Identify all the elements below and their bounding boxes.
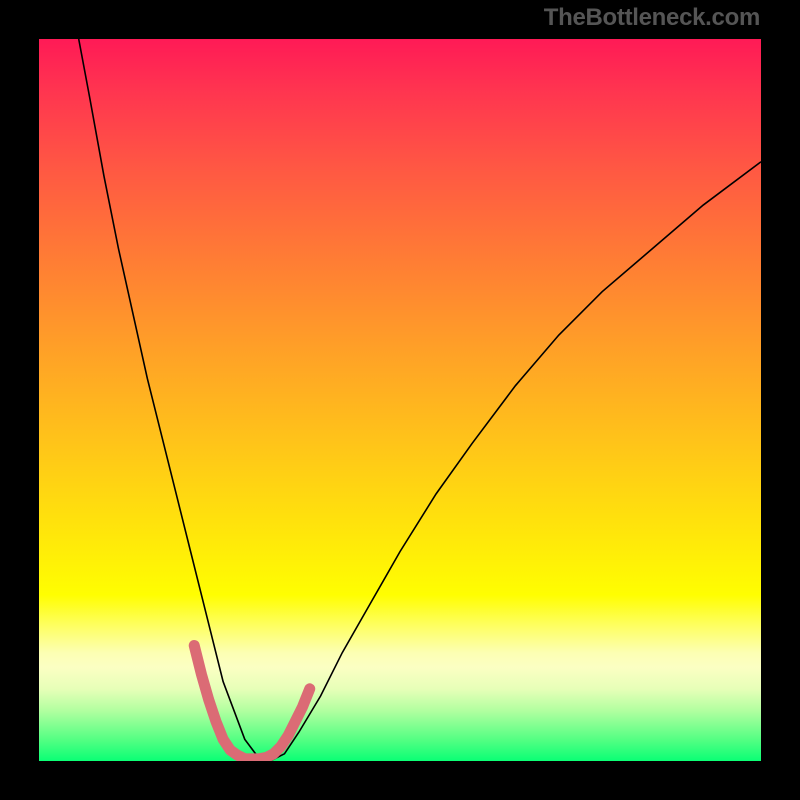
chart-figure: TheBottleneck.com [0,0,800,800]
watermark-text: TheBottleneck.com [544,4,760,32]
series-bottleneck-curve [79,39,761,761]
chart-svg [39,39,761,761]
series-group [79,39,761,761]
plot-area [39,39,761,761]
